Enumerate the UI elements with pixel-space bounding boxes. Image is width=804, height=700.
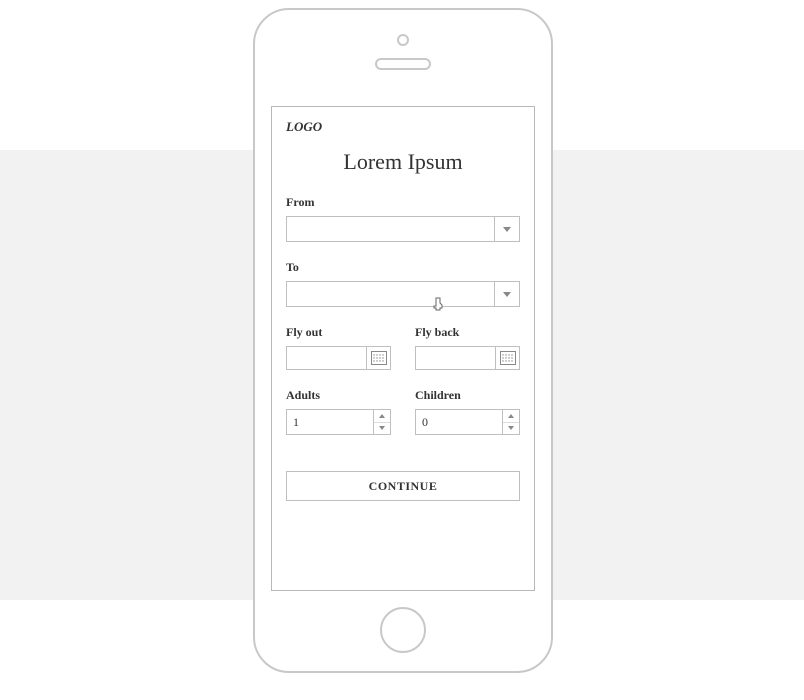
adults-stepper[interactable]: 1 [286,409,391,435]
from-select-value[interactable] [286,216,494,242]
chevron-down-icon [379,426,385,430]
chevron-down-icon [503,227,511,232]
fly-back-calendar-button[interactable] [496,346,520,370]
fly-out-datepicker[interactable] [286,346,391,370]
fly-back-label: Fly back [415,325,520,340]
adults-increment[interactable] [374,410,390,423]
adults-value[interactable]: 1 [286,409,373,435]
fly-out-label: Fly out [286,325,391,340]
home-button[interactable] [380,607,426,653]
app-screen: LOGO Lorem Ipsum From To Fly out [271,106,535,591]
adults-label: Adults [286,388,391,403]
adults-decrement[interactable] [374,423,390,435]
chevron-up-icon [508,414,514,418]
to-label: To [286,260,520,275]
fly-out-calendar-button[interactable] [367,346,391,370]
logo: LOGO [286,119,520,135]
phone-top-hardware [255,10,551,98]
fly-out-input[interactable] [286,346,367,370]
phone-frame: LOGO Lorem Ipsum From To Fly out [253,8,553,673]
from-label: From [286,195,520,210]
children-decrement[interactable] [503,423,519,435]
continue-button[interactable]: CONTINUE [286,471,520,501]
chevron-down-icon [508,426,514,430]
to-select-toggle[interactable] [494,281,520,307]
children-stepper-buttons [502,409,520,435]
children-label: Children [415,388,520,403]
speaker-icon [375,58,431,70]
chevron-up-icon [379,414,385,418]
children-value[interactable]: 0 [415,409,502,435]
chevron-down-icon [503,292,511,297]
camera-icon [397,34,409,46]
from-select[interactable] [286,216,520,242]
page-title: Lorem Ipsum [286,149,520,175]
children-increment[interactable] [503,410,519,423]
from-select-toggle[interactable] [494,216,520,242]
calendar-icon [500,351,516,365]
calendar-icon [371,351,387,365]
children-stepper[interactable]: 0 [415,409,520,435]
to-select[interactable] [286,281,520,307]
fly-back-datepicker[interactable] [415,346,520,370]
fly-back-input[interactable] [415,346,496,370]
adults-stepper-buttons [373,409,391,435]
to-select-value[interactable] [286,281,494,307]
